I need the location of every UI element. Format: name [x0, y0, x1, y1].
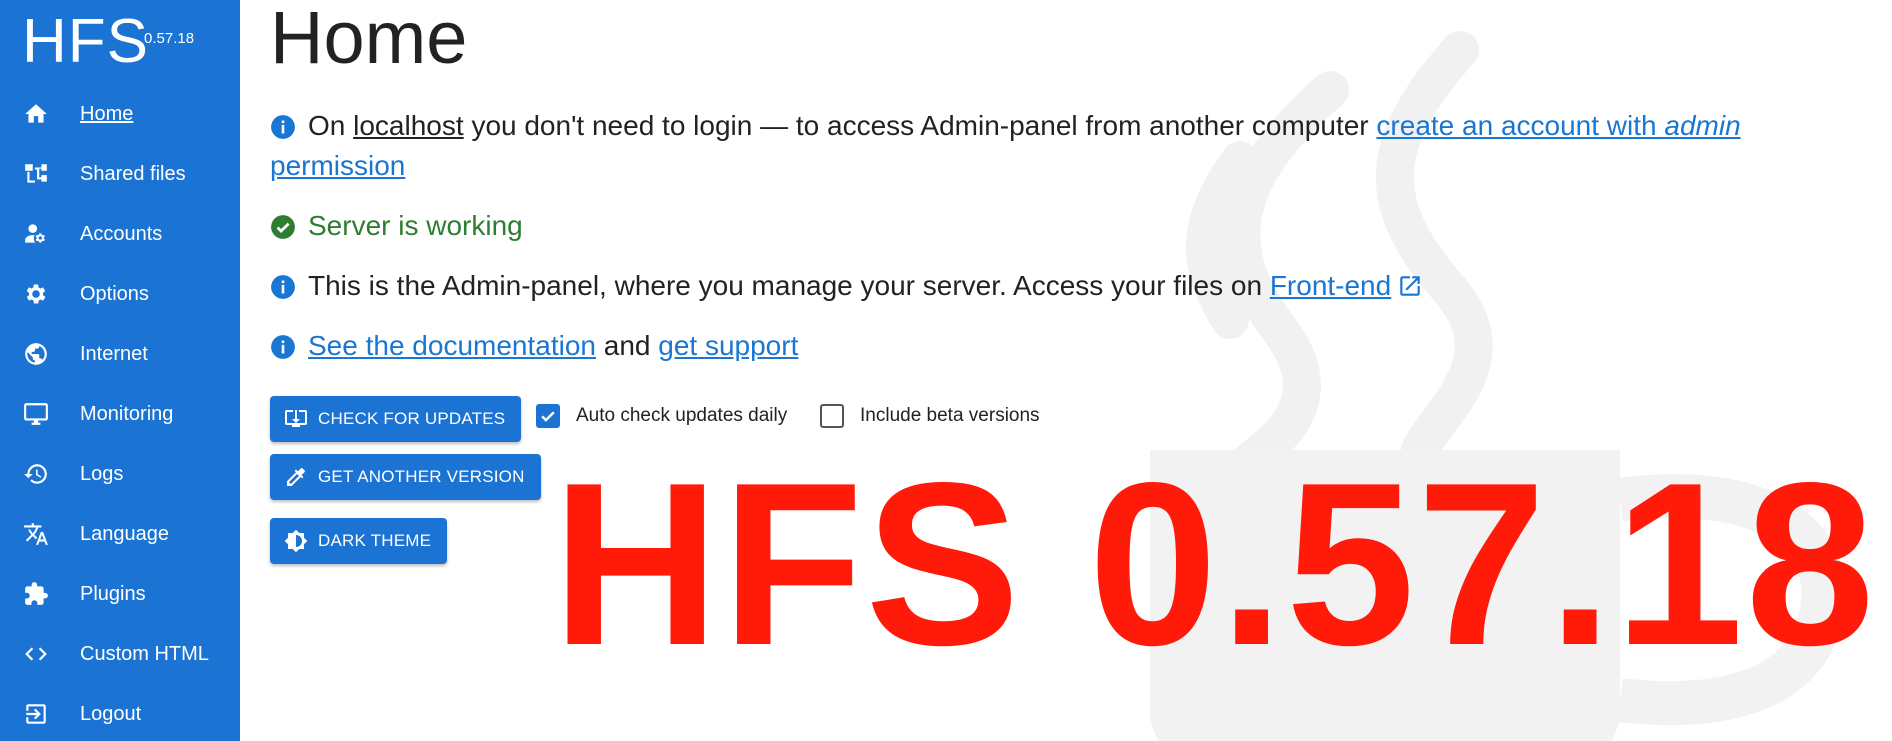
docs-and: and: [603, 330, 651, 361]
server-status: Server is working: [270, 206, 523, 246]
link-start: create an account with: [1376, 110, 1657, 141]
link-em: admin: [1664, 110, 1741, 141]
nav-label: Custom HTML: [80, 642, 209, 665]
system-update-icon: [285, 410, 307, 427]
documentation-link[interactable]: See the documentation: [308, 330, 596, 361]
localhost-text: localhost: [353, 110, 464, 141]
info-icon: [271, 335, 295, 359]
nav-item-monitoring[interactable]: Monitoring: [0, 384, 240, 444]
check-updates-label: CHECK FOR UPDATES: [318, 409, 506, 428]
beta-versions-label: Include beta versions: [860, 405, 1040, 426]
folder-tree-icon: [22, 160, 50, 188]
nav-item-options[interactable]: Options: [0, 264, 240, 324]
get-another-version-button[interactable]: GET ANOTHER VERSION: [270, 454, 541, 500]
puzzle-icon: [22, 580, 50, 608]
nav-label: Accounts: [80, 222, 163, 245]
beta-versions-checkbox[interactable]: Include beta versions: [820, 404, 1040, 428]
translate-icon: [22, 520, 50, 548]
login-notice-wrap: permission: [270, 146, 405, 186]
check-updates-button[interactable]: CHECK FOR UPDATES: [270, 396, 522, 442]
nav-item-logout[interactable]: Logout: [0, 684, 240, 741]
logout-icon: [22, 700, 50, 728]
main-nav: Home Shared files Accounts Options Inter…: [0, 84, 240, 741]
manage-accounts-icon: [22, 220, 50, 248]
contrast-icon: [284, 529, 308, 553]
nav-label: Plugins: [80, 582, 146, 605]
gear-icon: [22, 280, 50, 308]
version-overlay-text: HFS 0.57.18: [552, 435, 1877, 694]
monitor-icon: [22, 400, 50, 428]
checkbox-unchecked-icon: [820, 404, 844, 428]
nav-item-internet[interactable]: Internet: [0, 324, 240, 384]
admin-notice: This is the Admin-panel, where you manag…: [270, 266, 1423, 306]
nav-item-plugins[interactable]: Plugins: [0, 564, 240, 624]
create-admin-account-link-cont[interactable]: permission: [270, 150, 405, 181]
nav-item-home[interactable]: Home: [0, 84, 240, 144]
nav-label: Monitoring: [80, 402, 174, 425]
nav-label: Shared files: [80, 162, 186, 185]
brand: HFS 0.57.18: [22, 4, 194, 76]
app-version: 0.57.18: [144, 30, 195, 47]
pipette-icon: [287, 468, 305, 486]
login-notice-middle: you don't need to login — to access Admi…: [471, 110, 1369, 141]
nav-item-accounts[interactable]: Accounts: [0, 204, 240, 264]
server-status-text: Server is working: [308, 210, 523, 241]
docs-line: See the documentation and get support: [270, 326, 798, 366]
nav-label: Internet: [80, 342, 148, 365]
app-logo-text: HFS: [22, 7, 149, 76]
info-icon: [271, 115, 295, 139]
nav-item-shared-files[interactable]: Shared files: [0, 144, 240, 204]
info-icon: [271, 275, 295, 299]
nav-label: Options: [80, 282, 149, 305]
code-icon: [22, 640, 50, 668]
create-admin-account-link[interactable]: create an account with admin: [1376, 110, 1740, 141]
globe-icon: [22, 340, 50, 368]
nav-label: Logout: [80, 702, 142, 725]
dark-theme-label: DARK THEME: [318, 531, 432, 550]
get-another-version-label: GET ANOTHER VERSION: [318, 467, 525, 486]
nav-label: Language: [80, 522, 169, 545]
nav-item-language[interactable]: Language: [0, 504, 240, 564]
nav-label: Home: [80, 102, 134, 125]
support-link[interactable]: get support: [658, 330, 798, 361]
home-icon: [22, 100, 50, 128]
login-notice: On localhost you don't need to login — t…: [270, 106, 1741, 146]
page-title: Home: [270, 0, 468, 79]
checkbox-checked-icon: [536, 404, 560, 428]
check-circle-icon: [271, 215, 295, 239]
admin-notice-text: This is the Admin-panel, where you manag…: [308, 270, 1263, 301]
nav-item-custom-html[interactable]: Custom HTML: [0, 624, 240, 684]
auto-check-checkbox[interactable]: Auto check updates daily: [536, 404, 787, 428]
open-in-new-icon: [1400, 276, 1420, 296]
nav-item-logs[interactable]: Logs: [0, 444, 240, 504]
history-icon: [22, 460, 50, 488]
dark-theme-button[interactable]: DARK THEME: [270, 518, 448, 564]
login-notice-prefix: On: [308, 110, 346, 141]
auto-check-label: Auto check updates daily: [576, 405, 788, 426]
nav-label: Logs: [80, 462, 124, 485]
front-end-link[interactable]: Front-end: [1270, 270, 1391, 301]
sidebar: HFS 0.57.18 Home Shared files Accounts O…: [0, 0, 240, 741]
